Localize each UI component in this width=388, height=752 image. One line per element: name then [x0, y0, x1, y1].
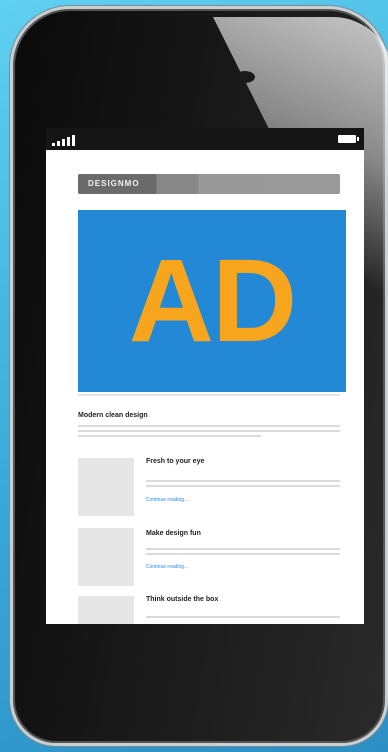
continue-reading-link[interactable]: Continue reading... — [146, 497, 188, 503]
ad-banner[interactable]: AD — [78, 210, 346, 392]
signal-bars-icon — [52, 135, 75, 146]
featured-title[interactable]: Modern clean design — [78, 412, 148, 419]
front-camera — [235, 71, 255, 83]
site-header: DESIGNMO — [78, 174, 340, 194]
battery-icon — [338, 135, 359, 143]
article-title[interactable]: Make design fun — [146, 530, 201, 537]
featured-excerpt — [78, 425, 340, 440]
site-logo[interactable]: DESIGNMO — [88, 179, 140, 188]
web-page-screen[interactable]: DESIGNMO AD Modern clean design Fresh to… — [46, 150, 364, 624]
article-title[interactable]: Think outside the box — [146, 596, 218, 603]
continue-reading-link[interactable]: Continue reading... — [146, 564, 188, 570]
article-excerpt — [146, 616, 340, 621]
ad-caption-text — [78, 394, 340, 399]
article-thumbnail[interactable] — [78, 596, 134, 624]
ad-text: AD — [128, 235, 297, 367]
article-title[interactable]: Fresh to your eye — [146, 458, 204, 465]
article-thumbnail[interactable] — [78, 458, 134, 516]
article-thumbnail[interactable] — [78, 528, 134, 586]
article-excerpt — [146, 548, 340, 558]
status-bar — [46, 128, 364, 150]
article-excerpt — [146, 480, 340, 490]
